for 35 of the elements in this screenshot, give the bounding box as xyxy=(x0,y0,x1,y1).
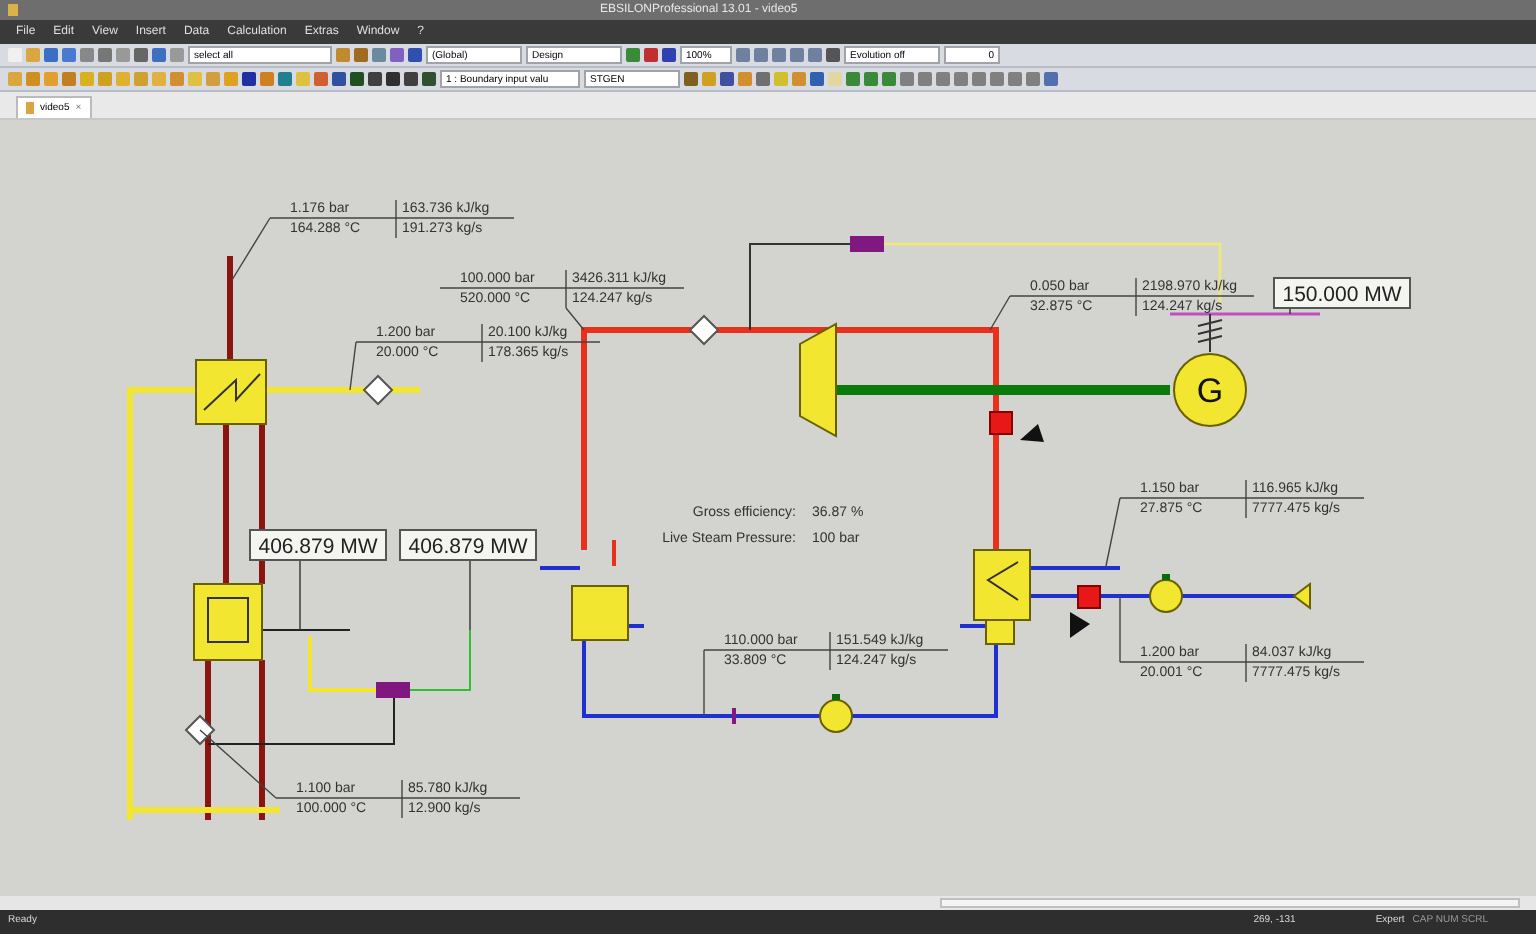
boiler xyxy=(193,583,263,661)
controller-block xyxy=(376,682,410,698)
feedwater-heater xyxy=(571,585,629,641)
signal-line xyxy=(261,629,351,631)
diamond-marker xyxy=(362,374,394,406)
generator-label: G xyxy=(1196,372,1224,410)
triangle-marker xyxy=(1020,424,1044,442)
document-icon xyxy=(26,102,34,114)
ground-symbol xyxy=(1197,313,1223,353)
condenser xyxy=(973,549,1031,645)
power-display: 406.879 MW xyxy=(399,529,537,561)
heat-exchanger xyxy=(195,359,267,425)
turbine xyxy=(799,322,837,438)
flow-marker xyxy=(732,708,736,724)
horizontal-scrollbar[interactable] xyxy=(940,898,1520,908)
app-icon xyxy=(8,4,18,16)
diamond-marker xyxy=(688,314,720,346)
exhaust-pipe xyxy=(227,256,233,360)
controller-block xyxy=(850,236,884,252)
pump xyxy=(1149,574,1183,613)
triangle-marker xyxy=(1070,612,1090,638)
valve xyxy=(989,411,1013,435)
cooling-water-outlet xyxy=(1292,582,1311,610)
diamond-marker xyxy=(184,714,216,746)
leader-line xyxy=(299,559,301,631)
signal-line xyxy=(749,243,851,331)
power-display: 150.000 MW xyxy=(1273,277,1411,309)
generator xyxy=(1173,353,1247,427)
fuel-line xyxy=(308,636,376,692)
valve xyxy=(1077,585,1101,609)
pump xyxy=(819,694,853,733)
leader-line xyxy=(469,559,471,631)
leader-line xyxy=(1289,307,1291,315)
signal-line xyxy=(409,629,471,691)
power-display: 406.879 MW xyxy=(249,529,387,561)
